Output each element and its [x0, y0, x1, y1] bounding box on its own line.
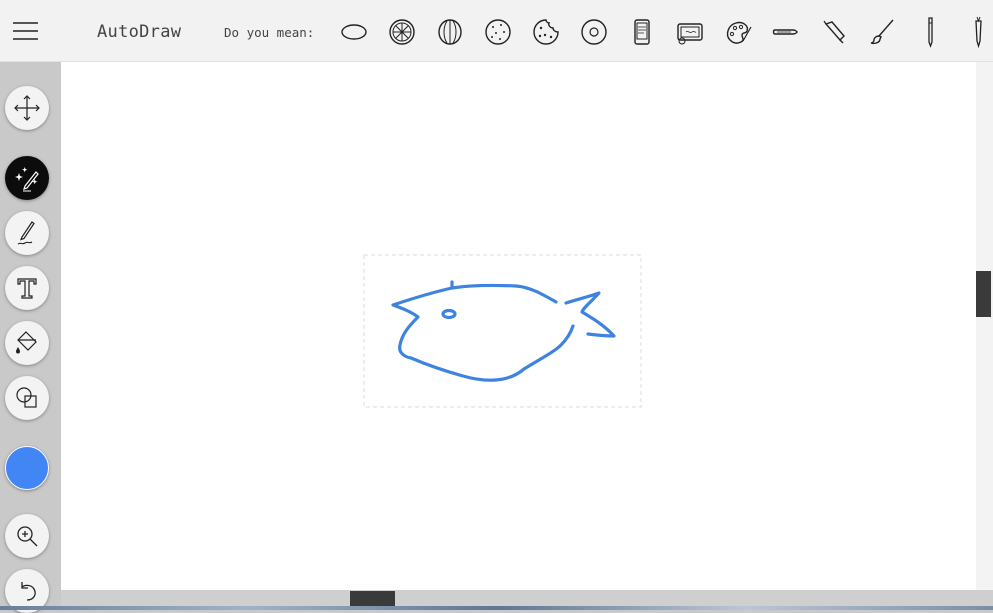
- tool-sidebar: [0, 62, 61, 613]
- drawing-canvas[interactable]: [61, 62, 976, 590]
- user-sketch: [391, 280, 616, 382]
- app-title: AutoDraw: [97, 22, 182, 42]
- color-picker-swatch[interactable]: [5, 446, 49, 490]
- horizontal-scrollbar[interactable]: [61, 590, 993, 606]
- text-T-icon: [17, 278, 37, 299]
- vertical-scroll-thumb[interactable]: [976, 271, 991, 317]
- shapes-icon: [16, 387, 37, 408]
- hamburger-menu-icon[interactable]: [13, 20, 38, 42]
- autodraw-sparkle-pen-icon: [15, 167, 39, 192]
- undo-icon: [21, 582, 36, 601]
- suggestion-citrus-slice-icon[interactable]: [384, 14, 420, 50]
- type-tool-button[interactable]: [5, 266, 49, 310]
- suggestion-glue-tube-icon[interactable]: [816, 14, 852, 50]
- draw-tool-button[interactable]: [5, 211, 49, 255]
- zoom-in-icon: [17, 526, 38, 547]
- suggestion-paintbrush-icon[interactable]: [864, 14, 900, 50]
- suggestion-pencil-icon[interactable]: [912, 14, 948, 50]
- suggestion-tablet-device-icon[interactable]: [672, 14, 708, 50]
- paint-bucket-icon: [16, 331, 37, 354]
- suggestion-oval-icon[interactable]: [336, 14, 372, 50]
- fill-tool-button[interactable]: [5, 321, 49, 365]
- suggestion-phone-icon[interactable]: [624, 14, 660, 50]
- shape-tool-button[interactable]: [5, 376, 49, 420]
- suggestion-carrot-icon[interactable]: [960, 14, 993, 50]
- suggestion-paint-tube-icon[interactable]: [768, 14, 804, 50]
- pencil-squiggle-icon: [17, 221, 35, 245]
- horizontal-scroll-thumb[interactable]: [350, 591, 395, 606]
- autodraw-tool-button[interactable]: [5, 156, 49, 200]
- move-tool-button[interactable]: [5, 86, 49, 130]
- move-arrows-icon: [14, 95, 40, 121]
- suggestion-label: Do you mean:: [224, 25, 315, 40]
- suggestion-donut-icon[interactable]: [576, 14, 612, 50]
- top-toolbar: AutoDraw Do you mean:: [0, 0, 993, 62]
- suggestion-paint-palette-icon[interactable]: [720, 14, 756, 50]
- suggestion-cookie-icon[interactable]: [480, 14, 516, 50]
- zoom-tool-button[interactable]: [5, 514, 49, 558]
- desktop-taskbar-edge: [0, 606, 993, 610]
- suggestion-lemon-icon[interactable]: [432, 14, 468, 50]
- vertical-scrollbar[interactable]: [976, 62, 993, 590]
- suggestion-bitten-cookie-icon[interactable]: [528, 14, 564, 50]
- canvas-drawing: [363, 254, 642, 408]
